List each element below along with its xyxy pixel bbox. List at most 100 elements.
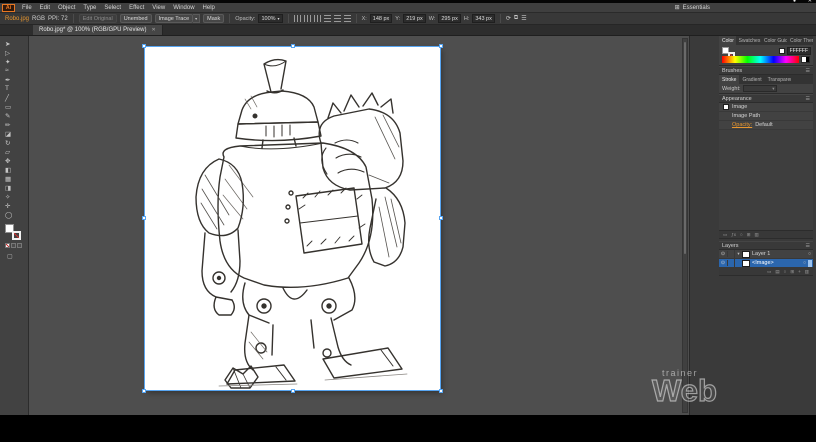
- layer-name[interactable]: Layer 1: [752, 251, 806, 257]
- menu-help[interactable]: Help: [199, 5, 219, 11]
- document-tab[interactable]: Robo.jpg* @ 100% (RGB/GPU Preview) ✕: [33, 25, 163, 35]
- mask-button[interactable]: Mask: [203, 14, 225, 23]
- stroke-swatch[interactable]: [12, 231, 21, 240]
- align-left-icon[interactable]: [293, 15, 301, 22]
- workspace-grid-icon[interactable]: ⊞: [675, 4, 680, 11]
- opacity-dropdown-icon[interactable]: ▾: [278, 16, 280, 21]
- opacity-link[interactable]: Opacity:: [732, 122, 752, 128]
- layer-thumbnail[interactable]: [742, 250, 750, 258]
- layers-collect-icon[interactable]: ▭: [767, 269, 771, 275]
- panel-menu-icon[interactable]: ☰: [806, 243, 810, 249]
- menu-edit[interactable]: Edit: [36, 5, 54, 11]
- scrollbar-thumb[interactable]: [684, 42, 686, 254]
- tab-transparency[interactable]: Transparency: [765, 75, 791, 84]
- scale-tool[interactable]: ▱: [0, 147, 28, 156]
- y-field[interactable]: 219 px: [403, 14, 426, 23]
- image-trace-dropdown-icon[interactable]: ▾: [193, 14, 201, 23]
- layers-mask-icon[interactable]: ▤: [775, 269, 779, 275]
- layers-new-layer-icon[interactable]: +: [798, 269, 801, 274]
- duplicate-item-icon[interactable]: ⊞: [747, 232, 751, 238]
- layer-row-image-selected[interactable]: ⊙ <Image> ○: [719, 259, 813, 268]
- menu-object[interactable]: Object: [54, 5, 79, 11]
- tab-color-themes[interactable]: Color Themes: [787, 36, 813, 45]
- expand-caret-icon[interactable]: ▾: [735, 251, 742, 257]
- control-more-icon[interactable]: ☰: [521, 15, 526, 22]
- width-tool[interactable]: ✥: [0, 156, 28, 165]
- hand-tool[interactable]: ✛: [0, 201, 28, 210]
- hex-value-field[interactable]: FFFFFF: [786, 47, 811, 55]
- appearance-row-image[interactable]: Image: [719, 103, 813, 112]
- sublayer-name[interactable]: <Image>: [752, 260, 801, 266]
- menu-file[interactable]: File: [18, 5, 36, 11]
- brushes-panel-header[interactable]: Brushes ☰: [719, 66, 813, 75]
- selection-tool[interactable]: ➤: [0, 39, 28, 48]
- spectrum-white-black[interactable]: [801, 56, 810, 63]
- lasso-tool[interactable]: ≈: [0, 66, 28, 75]
- add-effect-icon[interactable]: ƒx: [731, 232, 736, 237]
- color-fill-button[interactable]: [17, 243, 22, 248]
- canvas[interactable]: [29, 36, 689, 415]
- zoom-tool[interactable]: ◯: [0, 210, 28, 219]
- tab-stroke[interactable]: Stroke: [719, 75, 740, 84]
- add-stroke-icon[interactable]: ▭: [723, 232, 727, 238]
- selection-handle[interactable]: [142, 216, 146, 220]
- menu-window[interactable]: Window: [169, 5, 198, 11]
- color-spectrum-bar[interactable]: [722, 56, 799, 63]
- align-center-icon[interactable]: [303, 15, 311, 22]
- selection-handle[interactable]: [291, 389, 295, 393]
- h-field[interactable]: 343 px: [472, 14, 495, 23]
- layers-panel-header[interactable]: Layers ☰: [719, 241, 813, 250]
- delete-item-icon[interactable]: ▥: [755, 232, 759, 238]
- layer-target-icon[interactable]: ○: [808, 251, 811, 257]
- selection-handle[interactable]: [439, 44, 443, 48]
- eraser-tool[interactable]: ◪: [0, 129, 28, 138]
- shape-builder-tool[interactable]: ◧: [0, 165, 28, 174]
- rectangle-tool[interactable]: ▭: [0, 102, 28, 111]
- visibility-eye-icon[interactable]: ⊙: [719, 251, 728, 257]
- tab-close-icon[interactable]: ✕: [151, 27, 155, 33]
- menu-type[interactable]: Type: [79, 5, 100, 11]
- layer-row-layer1[interactable]: ⊙ ▾ Layer 1 ○: [719, 250, 813, 259]
- constrain-proportions-icon[interactable]: ⧉: [514, 15, 518, 22]
- panel-menu-icon[interactable]: ☰: [806, 68, 810, 74]
- layers-delete-icon[interactable]: ▥: [805, 269, 809, 275]
- visibility-eye-icon[interactable]: ⊙: [719, 260, 728, 266]
- color-none-button[interactable]: [5, 243, 10, 248]
- tab-color-guide[interactable]: Color Guide: [761, 36, 787, 45]
- tab-swatches[interactable]: Swatches: [736, 36, 761, 45]
- appearance-panel-header[interactable]: Appearance ☰: [719, 94, 813, 103]
- gradient-tool[interactable]: ◨: [0, 183, 28, 192]
- video-close-icon[interactable]: ✕: [808, 0, 812, 4]
- mesh-tool[interactable]: ▦: [0, 174, 28, 183]
- line-segment-tool[interactable]: ╱: [0, 93, 28, 102]
- w-field[interactable]: 295 px: [438, 14, 461, 23]
- file-link[interactable]: Robo.jpg: [5, 16, 29, 22]
- selection-handle[interactable]: [439, 216, 443, 220]
- align-right-icon[interactable]: [313, 15, 321, 22]
- pen-tool[interactable]: ✒: [0, 75, 28, 84]
- menu-view[interactable]: View: [148, 5, 169, 11]
- direct-selection-tool[interactable]: ▷: [0, 48, 28, 57]
- artboard[interactable]: [142, 44, 443, 393]
- type-tool[interactable]: T: [0, 84, 28, 93]
- paintbrush-tool[interactable]: ✎: [0, 111, 28, 120]
- align-top-icon[interactable]: [323, 15, 331, 22]
- appearance-row-opacity[interactable]: Opacity: Default: [719, 121, 813, 130]
- rotate-tool[interactable]: ↻: [0, 138, 28, 147]
- weight-dropdown-icon[interactable]: ▾: [772, 86, 774, 92]
- selection-handle[interactable]: [291, 44, 295, 48]
- align-middle-icon[interactable]: [333, 15, 341, 22]
- image-trace-button[interactable]: Image Trace: [154, 14, 194, 23]
- tab-color[interactable]: Color: [719, 36, 736, 45]
- color-gradient-button[interactable]: [11, 243, 16, 248]
- transform-icon[interactable]: ⟳: [506, 15, 511, 22]
- pencil-tool[interactable]: ✏: [0, 120, 28, 129]
- layer-target-icon[interactable]: ○: [803, 260, 806, 266]
- fill-stroke-swatches[interactable]: [5, 224, 21, 240]
- magic-wand-tool[interactable]: ✦: [0, 57, 28, 66]
- workspace-switcher[interactable]: Essentials: [683, 5, 710, 11]
- tab-gradient[interactable]: Gradient: [739, 75, 764, 84]
- menu-select[interactable]: Select: [100, 5, 125, 11]
- eyedropper-tool[interactable]: ✧: [0, 192, 28, 201]
- appearance-row-image-path[interactable]: Image Path: [719, 112, 813, 121]
